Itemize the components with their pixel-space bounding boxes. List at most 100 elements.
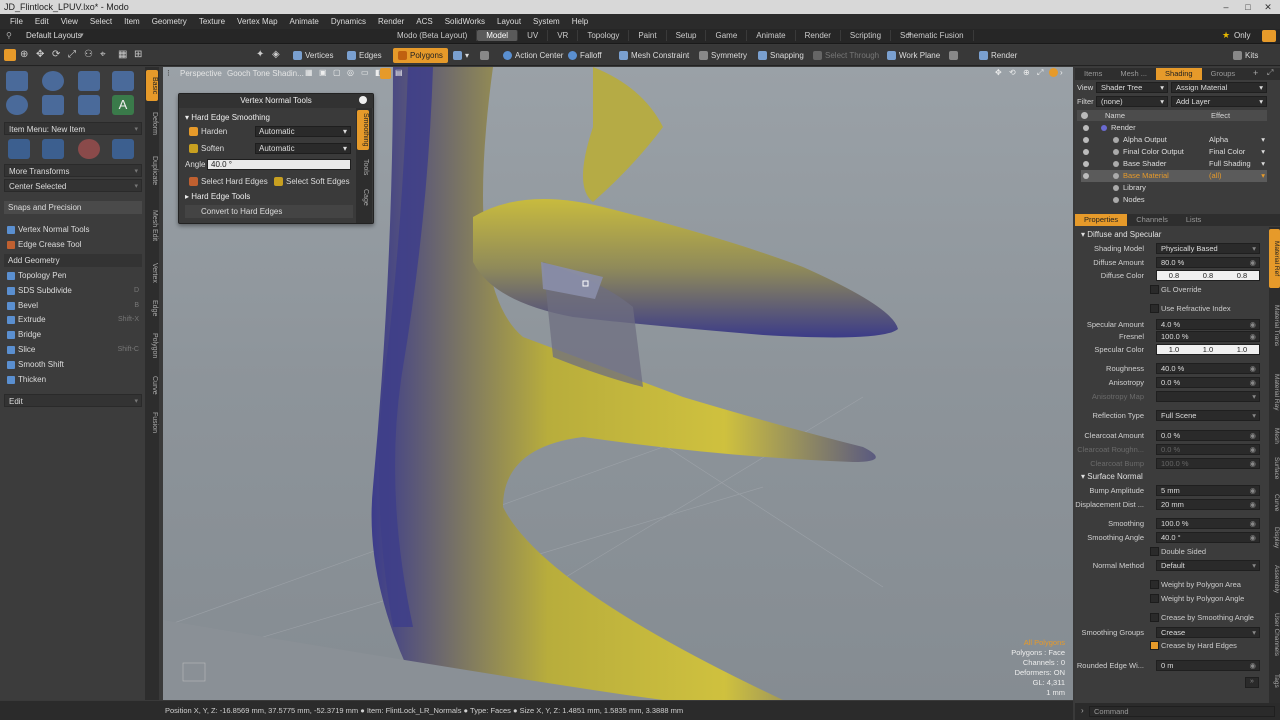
symmetry-button[interactable]: Symmetry [694,48,752,63]
more-transforms-dropdown[interactable]: More Transforms ▾ [4,164,142,177]
mesh-constraint-button[interactable]: Mesh Constraint [614,48,694,63]
tree-row-nodes[interactable]: Nodes [1081,194,1267,206]
tree-row-base-shader[interactable]: Base Shader Full Shading ▾ [1081,158,1267,170]
pin-icon[interactable]: ⚲ [6,31,12,40]
gl-override-checkbox[interactable] [1150,285,1159,294]
default-layouts-menu[interactable]: Default Layouts [26,31,82,40]
menu-dynamics[interactable]: Dynamics [325,17,372,26]
camera-icon[interactable]: ◎ [347,68,354,77]
menu-animate[interactable]: Animate [284,17,325,26]
menu-geometry[interactable]: Geometry [146,17,193,26]
left-tab-curve[interactable]: Curve [146,370,158,401]
roughness-field[interactable]: 40.0 % ◉ [1156,363,1260,374]
menu-help[interactable]: Help [566,17,594,26]
warning-icon[interactable] [380,68,391,79]
left-tab-edge[interactable]: Edge [146,295,158,321]
render-button[interactable]: Render [974,48,1022,63]
smoothing-groups-field[interactable]: Crease ▾ [1156,627,1260,638]
clearcoat-amount-field[interactable]: 0.0 % ◉ [1156,430,1260,441]
diffuse-color-swatch[interactable]: 0.8 0.8 0.8 [1156,270,1260,281]
view-mode-menu[interactable]: Perspective [180,69,222,78]
layout-tab-vr[interactable]: VR [548,30,579,41]
scale-tool-icon[interactable] [78,139,100,159]
menu-solidworks[interactable]: SolidWorks [439,17,491,26]
right-tab-mesh[interactable]: Mesh [1269,425,1280,447]
kits-button[interactable]: Kits [1228,48,1263,63]
hard-edge-smoothing-section[interactable]: ▾ Hard Edge Smoothing [185,111,353,124]
menu-texture[interactable]: Texture [193,17,231,26]
chevron-right-icon[interactable]: › [1060,68,1063,77]
diffuse-specular-section[interactable]: ▾ Diffuse and Specular [1081,229,1161,241]
add-layer-button[interactable]: Add Layer ▾ [1171,96,1267,107]
menu-view[interactable]: View [55,17,84,26]
expand-arrow-icon[interactable]: » [1245,677,1259,688]
scale-icon[interactable]: ⤢ [68,49,76,60]
cube-primitive-icon[interactable] [6,71,28,91]
material-mode-button[interactable]: ▾ [448,48,474,63]
tool-bevel[interactable]: Bevel B [4,299,142,312]
tool-thicken[interactable]: Thicken [4,373,142,386]
normal-method-field[interactable]: Default ▾ [1156,560,1260,571]
plane-primitive-icon[interactable] [78,95,100,115]
fresnel-field[interactable]: 100.0 % ◉ [1156,331,1260,342]
panel-tab-items[interactable]: Items [1075,68,1111,80]
torus-primitive-icon[interactable] [6,95,28,115]
vertex-normal-tools-button[interactable]: Vertex Normal Tools [4,223,142,236]
tree-row-library[interactable]: Library [1081,182,1267,194]
snap-move-icon[interactable]: ⌖ [100,49,106,60]
edit-dropdown[interactable]: Edit ▾ [4,394,142,407]
layout-tab-schematic-fusion[interactable]: Schematic Fusion [891,30,974,41]
sphere-primitive-icon[interactable] [42,71,64,91]
visibility-eye-icon[interactable] [1083,161,1089,167]
action-center-button[interactable]: Action Center [498,48,568,63]
wireframe-icon[interactable]: ▢ [333,68,341,77]
left-tab-vertex[interactable]: Vertex [146,255,158,291]
soften-mode-select[interactable]: Automatic ▾ [255,143,351,154]
rotate-icon[interactable]: ⟳ [52,49,60,60]
cylinder-primitive-icon[interactable] [78,71,100,91]
diffuse-amount-field[interactable]: 80.0 % ◉ [1156,257,1260,268]
select-hard-edges-button[interactable]: Select Hard Edges [201,175,268,188]
left-tab-duplicate[interactable]: Duplicate [146,145,158,196]
edges-button[interactable]: Edges [342,48,387,63]
menu-system[interactable]: System [527,17,566,26]
tool-topology-pen[interactable]: Topology Pen [4,269,142,282]
layout-tab-scripting[interactable]: Scripting [841,30,892,41]
reflection-type-field[interactable]: Full Scene ▾ [1156,410,1260,421]
record-icon[interactable] [1049,68,1058,77]
right-tab-user-channels[interactable]: User Channels [1269,602,1280,666]
right-tab-surface[interactable]: Surface [1269,450,1280,486]
hard-edge-tools-section[interactable]: ▸ Hard Edge Tools [185,190,353,203]
anisotropy-field[interactable]: 0.0 % ◉ [1156,377,1260,388]
transform-tool-icon[interactable] [112,139,134,159]
menu-file[interactable]: File [4,17,29,26]
item-menu-dropdown[interactable]: Item Menu: New Item ▾ [4,122,142,135]
harden-mode-select[interactable]: Automatic ▾ [255,126,351,137]
crease-by-smoothing-angle-checkbox[interactable] [1150,613,1159,622]
layout-tab-render[interactable]: Render [796,30,841,41]
move-icon[interactable]: ✥ [36,49,44,60]
minimize-icon[interactable]: – [1216,0,1236,14]
add-tab-icon[interactable]: + [906,30,912,41]
visibility-eye-icon[interactable] [1083,149,1089,155]
maximize-icon[interactable]: □ [1238,0,1258,14]
smoothing-field[interactable]: 100.0 % ◉ [1156,518,1260,529]
clearcoat-roughness-field[interactable]: 0.0 % ◉ [1156,444,1260,455]
anisotropy-map-field[interactable]: ▾ [1156,391,1260,402]
shader-tree-select[interactable]: Shader Tree ▾ [1096,82,1168,93]
view-options-icon[interactable]: ▤ [395,68,403,77]
right-tab-material-ref[interactable]: Material Ref [1269,229,1280,289]
layout-icon[interactable]: ▣ [319,68,327,77]
layout-tab-game[interactable]: Game [706,30,748,41]
menu-render[interactable]: Render [372,17,410,26]
tree-row-alpha-output[interactable]: Alpha Output Alpha ▾ [1081,134,1267,146]
visibility-eye-icon[interactable] [1083,173,1089,179]
specular-amount-field[interactable]: 4.0 % ◉ [1156,319,1260,330]
select-through-button[interactable]: Select Through [808,48,884,63]
displacement-distance-field[interactable]: 20 mm ◉ [1156,499,1260,510]
menu-acs[interactable]: ACS [410,17,438,26]
clearcoat-bump-field[interactable]: 100.0 % ◉ [1156,458,1260,469]
smoothing-angle-field[interactable]: 40.0 ° ◉ [1156,532,1260,543]
filter-select[interactable]: (none) ▾ [1096,96,1168,107]
close-icon[interactable]: ✕ [1258,0,1278,14]
